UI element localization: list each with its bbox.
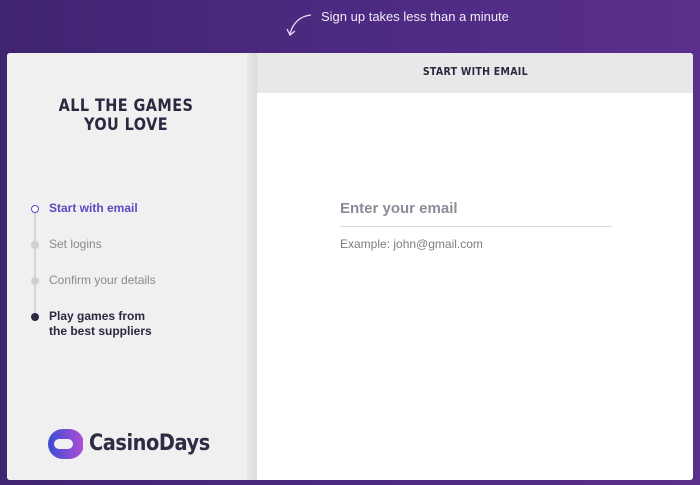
casino-days-logo: CasinoDays (43, 427, 233, 461)
step-start-with-email: Start with email (27, 199, 247, 221)
signup-form-panel: START WITH EMAIL Example: john@gmail.com (257, 53, 693, 480)
email-input[interactable] (340, 191, 612, 227)
tab-label: START WITH EMAIL (422, 66, 528, 78)
step-dot-final (31, 313, 39, 321)
casino-days-logo-icon (48, 429, 83, 459)
step-label-line-1: Play games from (49, 309, 146, 323)
signup-card: ALL THE GAMES YOU LOVE Start with email … (7, 53, 693, 480)
sidebar-headline: ALL THE GAMES YOU LOVE (7, 97, 245, 135)
step-confirm-details: Confirm your details (27, 271, 247, 293)
signup-hint: Sign up takes less than a minute (285, 6, 545, 40)
steps-connector-line (34, 209, 36, 319)
step-dot-active (31, 205, 39, 213)
headline-line-1: ALL THE GAMES (58, 96, 194, 116)
step-label: Play games from the best suppliers (49, 309, 152, 339)
step-label: Confirm your details (49, 273, 156, 287)
signup-hint-text: Sign up takes less than a minute (321, 9, 509, 24)
email-example-hint: Example: john@gmail.com (340, 237, 483, 251)
headline-line-2: YOU LOVE (83, 115, 169, 135)
step-label: Start with email (49, 201, 138, 215)
sidebar-divider (247, 53, 257, 480)
step-dot (31, 277, 39, 285)
signup-sidebar: ALL THE GAMES YOU LOVE Start with email … (7, 53, 247, 480)
step-set-logins: Set logins (27, 235, 247, 257)
tab-start-with-email[interactable]: START WITH EMAIL (257, 53, 693, 93)
step-label-line-2: the best suppliers (49, 324, 152, 338)
step-label: Set logins (49, 237, 102, 251)
step-play-games: Play games from the best suppliers (27, 307, 247, 341)
casino-days-logo-text: CasinoDays (89, 431, 210, 456)
step-dot (31, 241, 39, 249)
curved-arrow-icon (286, 14, 312, 37)
